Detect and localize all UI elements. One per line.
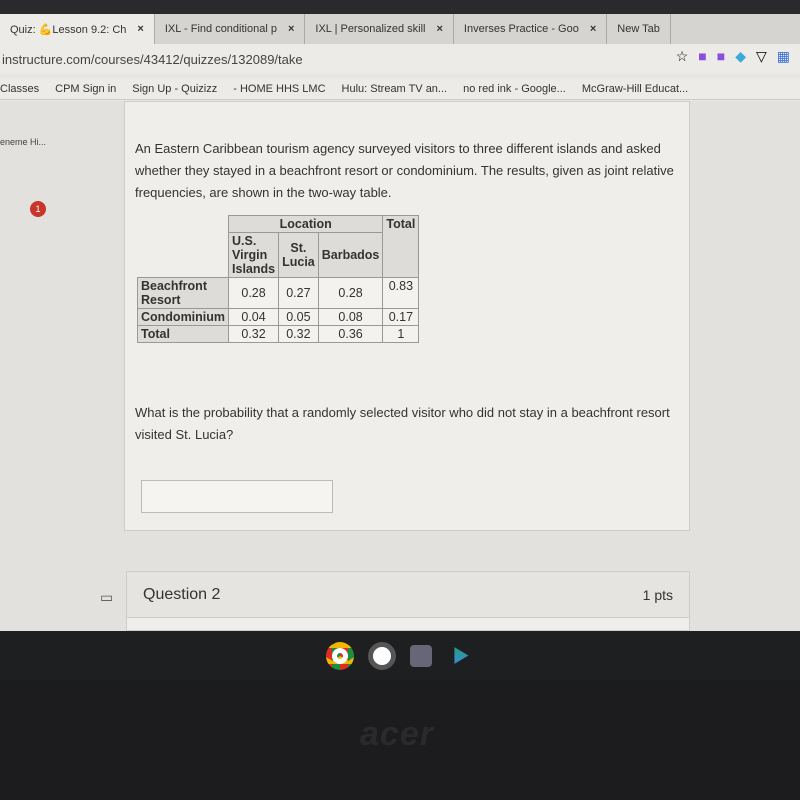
extension-icon[interactable]: ◆ <box>735 48 746 65</box>
cell: 0.83 <box>382 277 420 309</box>
column-header: Barbados <box>317 232 384 278</box>
question-text: An Eastern Caribbean tourism agency surv… <box>135 141 674 200</box>
cell: 0.28 <box>317 277 384 309</box>
row-header: Total <box>136 325 230 343</box>
tab-ixl-conditional[interactable]: IXL - Find conditional p × <box>155 14 306 44</box>
tab-new[interactable]: New Tab <box>607 14 671 44</box>
bookmark[interactable]: Hulu: Stream TV an... <box>342 83 448 95</box>
tab-label: New Tab <box>617 23 660 35</box>
close-icon[interactable]: × <box>288 23 294 35</box>
tab-label: IXL | Personalized skill <box>315 23 426 35</box>
question-points: 1 pts <box>642 586 673 603</box>
extension-icon[interactable]: ■ <box>717 48 725 65</box>
cell: 0.04 <box>228 308 280 326</box>
cell: 1 <box>382 325 420 343</box>
two-way-table: Location Total U.S. Virgin Islands St. Luc… <box>136 215 420 343</box>
shield-icon[interactable]: ▽ <box>756 48 767 65</box>
question-2-card: Question 2 1 pts <box>126 571 690 631</box>
column-header: U.S. Virgin Islands <box>228 232 280 278</box>
flag-icon[interactable]: ▭ <box>100 589 113 606</box>
question-1-card: An Eastern Caribbean tourism agency surv… <box>124 101 690 531</box>
table-row: Beachfront Resort 0.28 0.27 0.28 0.83 <box>136 277 420 309</box>
taskbar <box>0 631 800 680</box>
bookmark[interactable]: CPM Sign in <box>55 83 116 95</box>
bookmark[interactable]: McGraw-Hill Educat... <box>582 83 688 95</box>
tab-label: IXL - Find conditional p <box>164 23 277 35</box>
tab-inverses[interactable]: Inverses Practice - Goo × <box>454 14 608 44</box>
cell: 0.17 <box>382 308 420 326</box>
close-icon[interactable]: × <box>436 23 442 35</box>
cell: 0.27 <box>278 277 319 309</box>
acer-logo: acer <box>360 715 434 753</box>
cell: 0.36 <box>317 325 384 343</box>
answer-input[interactable] <box>141 480 333 513</box>
bookmark[interactable]: no red ink - Google... <box>463 83 566 95</box>
bookmarks-bar: Classes CPM Sign in Sign Up - Quizizz - … <box>0 78 800 100</box>
chrome-icon[interactable] <box>326 641 354 670</box>
play-store-icon[interactable] <box>454 647 469 664</box>
files-app-icon[interactable] <box>410 644 432 667</box>
column-header: St. Lucia <box>278 232 319 278</box>
question-prompt: What is the probability that a randomly … <box>135 405 670 442</box>
page-content: eneme Hi... 1 An Eastern Caribbean touri… <box>0 101 800 631</box>
close-icon[interactable]: × <box>590 23 596 35</box>
column-header: Total <box>382 215 420 278</box>
grid-icon[interactable]: ▦ <box>777 48 790 65</box>
table-row: Condominium 0.04 0.05 0.08 0.17 <box>136 308 420 326</box>
bookmark[interactable]: Classes <box>0 83 39 95</box>
star-icon[interactable]: ☆ <box>676 48 689 65</box>
group-header: Location <box>228 215 384 233</box>
close-icon[interactable]: × <box>137 23 143 35</box>
table-row: Total 0.32 0.32 0.36 1 <box>136 325 420 343</box>
notification-badge: 1 <box>30 201 46 217</box>
row-header: Condominium <box>136 308 230 326</box>
camera-app-icon[interactable] <box>368 641 396 670</box>
cell: 0.05 <box>278 308 319 326</box>
row-header: Beachfront Resort <box>136 277 230 309</box>
bookmark[interactable]: - HOME HHS LMC <box>233 83 325 95</box>
sidebar-item[interactable]: eneme Hi... <box>0 137 46 147</box>
cell: 0.32 <box>278 325 319 343</box>
tab-quiz[interactable]: Quiz: 💪Lesson 9.2: Ch × <box>0 14 155 44</box>
bookmark[interactable]: Sign Up - Quizizz <box>132 83 217 95</box>
tab-ixl-personalized[interactable]: IXL | Personalized skill × <box>305 14 454 44</box>
tab-label: Quiz: 💪Lesson 9.2: Ch <box>10 23 127 36</box>
tab-label: Inverses Practice - Goo <box>463 23 579 35</box>
cell: 0.32 <box>228 325 280 343</box>
extension-icon[interactable]: ■ <box>698 48 706 65</box>
cell: 0.28 <box>228 277 280 309</box>
cell: 0.08 <box>317 308 384 326</box>
screen: Quiz: 💪Lesson 9.2: Ch × IXL - Find condit… <box>0 0 800 680</box>
url-text: instructure.com/courses/43412/quizzes/13… <box>2 51 303 67</box>
question-title: Question 2 <box>143 585 221 603</box>
tab-bar: Quiz: 💪Lesson 9.2: Ch × IXL - Find condit… <box>0 0 800 44</box>
